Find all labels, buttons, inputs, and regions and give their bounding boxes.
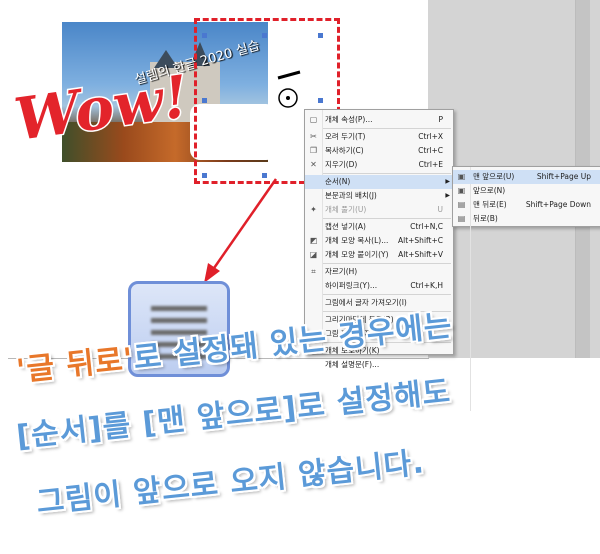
menu-item-label: 뒤로(B) [473,214,498,223]
menu-item[interactable]: ▤ 맨 뒤로(E) Shift+Page Down [453,198,600,212]
wow-text: Wow! [10,62,192,154]
send-to-back-icon: ▤ [457,200,466,209]
menu-item-label: 본문과의 배치(J) [325,191,377,200]
menu-item-shortcut: P [438,115,443,124]
delete-icon: ✕ [310,160,317,169]
menu-separator [323,128,451,129]
menu-item[interactable]: ▤ 뒤로(B) [453,212,600,226]
menu-separator [323,173,451,174]
menu-item-label: 개체 모양 복사(L)... [325,236,389,245]
menu-separator [323,263,451,264]
menu-item[interactable]: 캡션 넣기(A) Ctrl+N,C [305,220,453,234]
resize-handle[interactable] [202,98,207,103]
menu-item-label: 순서(N) [325,177,351,186]
cut-icon: ✂ [310,132,317,141]
resize-handle[interactable] [202,33,207,38]
menu-item[interactable]: ⌗ 자르기(H) [305,265,453,279]
menu-item-label: 자르기(H) [325,267,358,276]
bring-forward-icon: ▣ [457,186,466,195]
menu-item-label: 개체 설명문(F)... [325,360,380,369]
menu-item-shortcut: Ctrl+C [418,146,443,155]
submenu-arrow-icon: ▶ [445,192,450,199]
menu-item-label: 개체 모양 붙이기(Y) [325,250,389,259]
menu-separator [323,294,451,295]
resize-handle[interactable] [318,98,323,103]
object-properties-icon: ▢ [309,115,318,124]
menu-item-shortcut: Shift+Page Up [536,172,591,181]
menu-item[interactable]: ▣ 앞으로(N) [453,184,600,198]
pointer-arrow [204,178,278,283]
wow-graphic: Wow! [9,61,194,156]
send-backward-icon: ▤ [457,214,466,223]
menu-item-shortcut: Shift+Page Down [525,200,591,209]
menu-item[interactable]: ✂ 오려 두기(T) Ctrl+X [305,130,453,144]
menu-item-label: 맨 앞으로(U) [473,172,515,181]
resize-handle[interactable] [318,33,323,38]
menu-item-label: 지우기(D) [325,160,358,169]
menu-item-shortcut: Ctrl+X [418,132,443,141]
menu-item-shortcut: Alt+Shift+V [398,250,443,259]
paste-shape-icon: ◪ [309,250,318,259]
submenu-arrow-icon: ▶ [445,178,450,185]
menu-item[interactable]: ▣ 맨 앞으로(U) Shift+Page Up [453,170,600,184]
menu-item-label: 오려 두기(T) [325,132,366,141]
menu-item[interactable]: ✕ 지우기(D) Ctrl+E [305,158,453,172]
menu-item[interactable]: ◩ 개체 모양 복사(L)... Alt+Shift+C [305,234,453,248]
menu-item[interactable]: ▢ 개체 속성(P)... P [305,113,453,127]
menu-item-label: 개체 속성(P)... [325,115,373,124]
menu-item[interactable]: ❐ 복사하기(C) Ctrl+C [305,144,453,158]
menu-item-label: 앞으로(N) [473,186,506,195]
caption-line-3: 그림이 앞으로 오지 않습니다. [34,445,427,521]
menu-item[interactable]: ◪ 개체 모양 붙이기(Y) Alt+Shift+V [305,248,453,262]
menu-item[interactable]: 하이퍼링크(Y)... Ctrl+K,H [305,279,453,293]
menu-item-label: 복사하기(C) [325,146,364,155]
order-submenu: ▣ 맨 앞으로(U) Shift+Page Up ▣ 앞으로(N) ▤ 맨 뒤로(E) Shi… [452,166,600,411]
menu-item-label: 캡션 넣기(A) [325,222,366,231]
crop-icon: ⌗ [311,267,316,276]
menu-item-label: 맨 뒤로(E) [473,200,507,209]
menu-item-shortcut: U [437,205,444,214]
menu-item-shortcut: Alt+Shift+C [397,236,443,245]
copy-shape-icon: ◩ [309,236,318,245]
menu-item-shortcut: Ctrl+K,H [410,281,443,290]
menu-item[interactable]: ✦ 개체 풀기(U) U [305,203,453,217]
menu-item-label: 개체 풀기(U) [325,205,367,214]
caption-keyword: 글 뒤로 [24,342,126,388]
menu-item-label: 하이퍼링크(Y)... [325,281,378,290]
resize-handle[interactable] [262,33,267,38]
ungroup-icon: ✦ [310,205,317,214]
copy-icon: ❐ [309,146,318,155]
menu-separator [323,218,451,219]
menu-item[interactable]: 순서(N) ▶ [305,175,453,189]
bring-to-front-icon: ▣ [457,172,466,181]
menu-item[interactable]: 본문과의 배치(J) ▶ [305,189,453,203]
menu-item-shortcut: Ctrl+E [418,160,443,169]
menu-item-shortcut: Ctrl+N,C [410,222,443,231]
